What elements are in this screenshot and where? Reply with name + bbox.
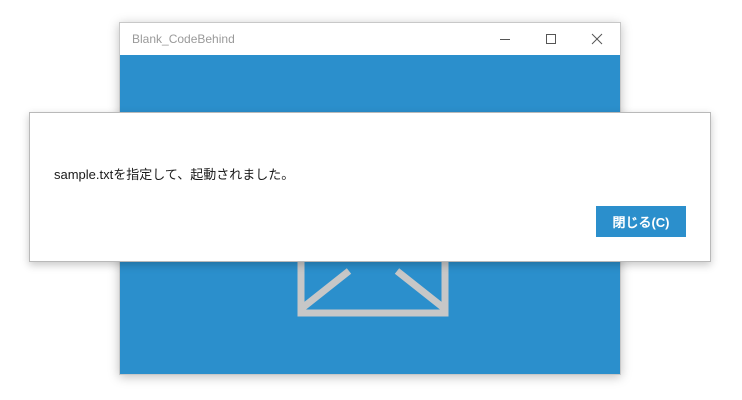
close-button[interactable] [574,23,620,55]
maximize-icon [546,34,556,44]
window-title: Blank_CodeBehind [132,32,235,46]
message-dialog: sample.txtを指定して、起動されました。 閉じる(C) [29,112,711,262]
maximize-button[interactable] [528,23,574,55]
close-dialog-button[interactable]: 閉じる(C) [596,206,686,237]
title-bar[interactable]: Blank_CodeBehind [120,23,620,55]
minimize-icon [500,39,510,40]
dialog-message: sample.txtを指定して、起動されました。 [54,167,295,182]
minimize-button[interactable] [482,23,528,55]
close-icon [591,33,603,45]
